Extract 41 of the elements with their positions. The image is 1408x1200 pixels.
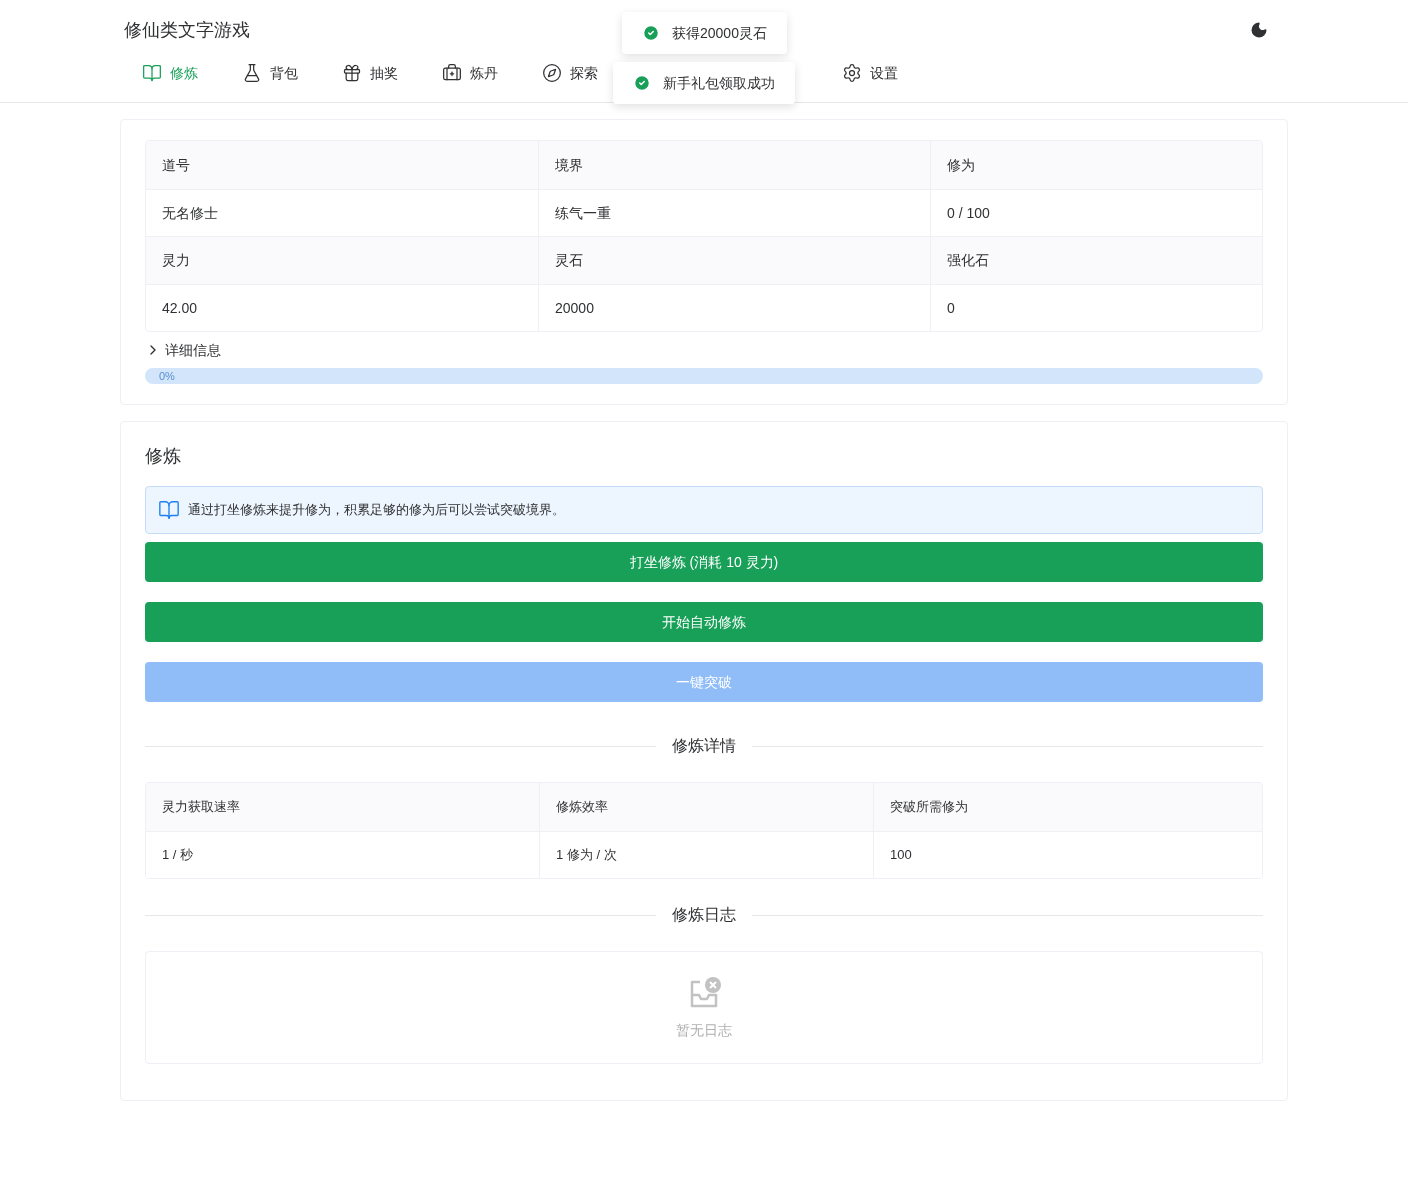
table-cell: 境界	[538, 141, 930, 189]
nav-tab[interactable]: 背包	[242, 58, 342, 88]
medical-kit-icon	[442, 63, 462, 83]
info-alert: 通过打坐修炼来提升修为，积累足够的修为后可以尝试突破境界。	[145, 486, 1263, 534]
column-header: 修炼效率	[539, 783, 873, 831]
card-title: 修炼	[145, 445, 182, 468]
table-cell: 强化石	[930, 237, 1262, 284]
table-cell: 灵石	[538, 237, 930, 284]
flask-icon	[242, 63, 262, 83]
nav-tab[interactable]: 修炼	[142, 58, 242, 88]
gift-icon	[342, 63, 362, 83]
table-cell-text: 42.00	[161, 298, 199, 318]
table-cell: 修为	[930, 141, 1262, 189]
section-title: 修炼日志	[671, 905, 737, 925]
table-cell-text: 道号	[161, 155, 191, 175]
dark-mode-icon[interactable]	[1250, 21, 1268, 39]
table-cell: 20000	[538, 284, 930, 331]
app-title: 修仙类文字游戏	[124, 19, 250, 42]
table-cell: 0	[930, 284, 1262, 331]
success-icon	[633, 74, 651, 92]
table-cell: 100	[873, 831, 1262, 878]
empty-text: 暂无日志	[676, 1020, 732, 1040]
book-icon	[158, 499, 180, 521]
table-cell-text: 无名修士	[161, 203, 219, 223]
nav-tab[interactable]: 炼丹	[442, 58, 542, 88]
success-icon	[642, 24, 660, 42]
compass-icon	[542, 63, 562, 83]
toast-notification: 获得20000灵石	[622, 12, 787, 54]
book-icon	[142, 63, 162, 83]
column-header: 突破所需修为	[873, 783, 1262, 831]
settings-icon	[842, 63, 862, 83]
details-toggle[interactable]: 详细信息	[145, 340, 221, 360]
toast-notification: 新手礼包领取成功	[613, 62, 795, 104]
nav-tab[interactable]: 抽奖	[342, 58, 442, 88]
nav-tab[interactable]: 设置	[842, 58, 898, 88]
table-cell-text: 1 / 秒	[161, 846, 195, 864]
table-cell: 1 修为 / 次	[539, 831, 873, 878]
progress-label: 0%	[159, 369, 175, 384]
section-title: 修炼详情	[671, 736, 737, 756]
column-header: 灵力获取速率	[161, 798, 241, 816]
table-cell-text: 灵力	[161, 251, 191, 271]
